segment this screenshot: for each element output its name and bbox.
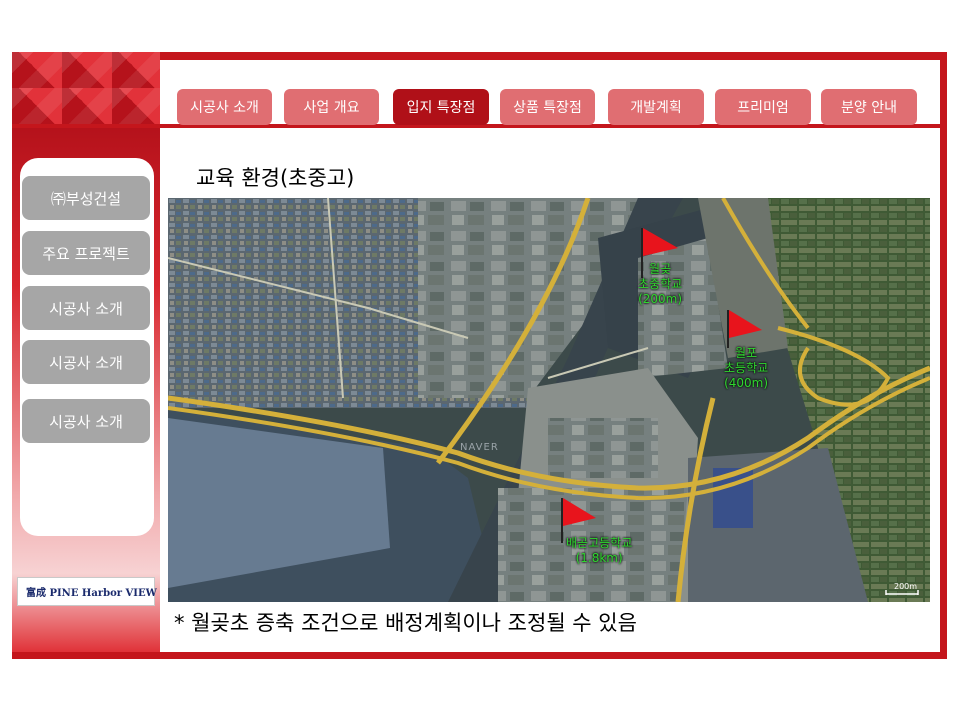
map-watermark: NAVER	[460, 442, 499, 453]
school-label-baegot: 배곧고등학교 (1.8km)	[566, 536, 632, 566]
school-name: 월포	[735, 346, 758, 360]
sidebar-item-projects[interactable]: 주요 프로젝트	[22, 231, 150, 275]
section-title: 교육 환경(초중고)	[196, 166, 355, 190]
tab-development-plan[interactable]: 개발계획	[608, 89, 704, 125]
tab-product-features[interactable]: 상품 특장점	[500, 89, 595, 125]
sidebar-item-intro-2[interactable]: 시공사 소개	[22, 340, 150, 384]
map-scale-label: 200m	[894, 582, 918, 591]
school-type: 초중학교	[638, 277, 683, 291]
school-distance: (1.8km)	[575, 551, 623, 565]
school-distance: (200m)	[638, 292, 683, 306]
school-type: 초등학교	[724, 361, 769, 375]
tab-location-features[interactable]: 입지 특장점	[393, 89, 489, 125]
corner-pattern	[12, 52, 160, 124]
school-name: 배곧고등학교	[566, 536, 633, 550]
sidebar-item-intro-1[interactable]: 시공사 소개	[22, 286, 150, 330]
logo-text: 富成 PINE Harbor VIEW	[26, 588, 157, 599]
school-name: 월곶	[649, 262, 672, 276]
map-image	[168, 198, 930, 602]
school-label-wolpo: 월포 초등학교 (400m)	[724, 346, 768, 391]
tab-sales-info[interactable]: 분양 안내	[821, 89, 917, 125]
school-distance: (400m)	[724, 376, 769, 390]
satellite-map[interactable]: 월곶 초중학교 (200m) 월포 초등학교 (400m) 배곧고등학교 (1.…	[168, 198, 930, 602]
tab-project-overview[interactable]: 사업 개요	[284, 89, 379, 125]
brand-logo[interactable]: 富成 PINE Harbor VIEW	[17, 577, 157, 606]
tab-premium[interactable]: 프리미엄	[715, 89, 811, 125]
footnote: * 월곶초 증축 조건으로 배정계획이나 조정될 수 있음	[174, 611, 637, 635]
tab-contractor-intro[interactable]: 시공사 소개	[177, 89, 272, 125]
school-label-wolgot: 월곶 초중학교 (200m)	[638, 262, 682, 307]
sidebar-item-intro-3[interactable]: 시공사 소개	[22, 399, 150, 443]
sidebar-item-company[interactable]: ㈜부성건설	[22, 176, 150, 220]
